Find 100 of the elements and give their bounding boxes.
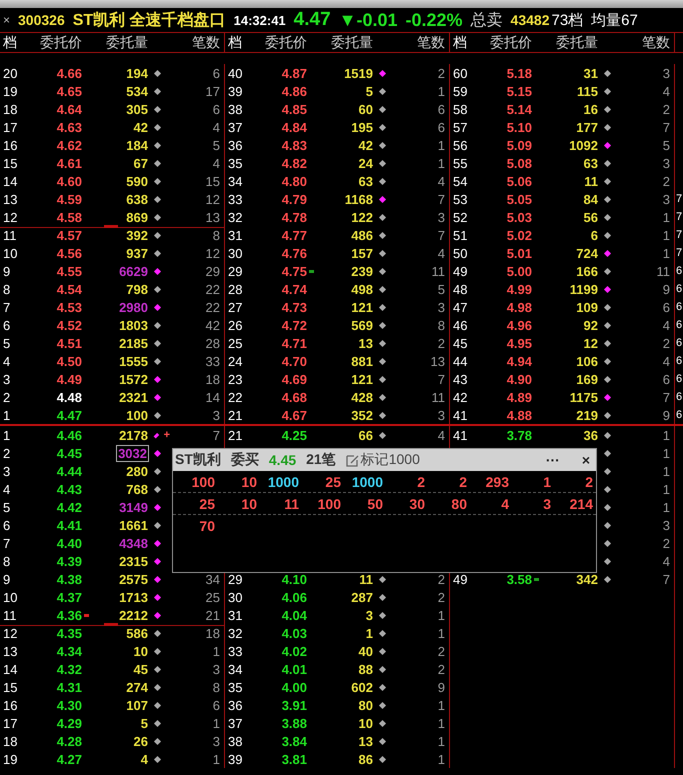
order-quantity[interactable]: 63 [584,156,598,170]
order-quantity[interactable]: 1168 [344,192,373,206]
order-quantity[interactable]: 177 [576,120,598,134]
order-quantity[interactable]: 798 [126,282,148,296]
order-quantity[interactable]: 121 [351,372,373,386]
order-quantity[interactable]: 195 [351,120,373,134]
order-quantity[interactable]: 60 [358,102,373,116]
order-quantity[interactable]: 10 [358,716,373,730]
order-quantity[interactable]: 88 [358,662,373,676]
order-quantity[interactable]: 352 [351,408,373,422]
order-quantity[interactable]: 3032 [117,446,148,460]
order-quantity[interactable]: 1572 [119,372,148,386]
order-quantity[interactable]: 342 [576,572,598,586]
order-quantity[interactable]: 106 [576,354,598,368]
order-quantity[interactable]: 109 [576,300,598,314]
order-quantity[interactable]: 13 [358,734,373,748]
edit-icon[interactable] [346,454,359,466]
order-quantity[interactable]: 107 [126,698,148,712]
order-quantity[interactable]: 42 [358,138,373,152]
order-quantity[interactable]: 10 [134,644,148,658]
order-quantity[interactable]: 724 [576,246,598,260]
order-quantity[interactable]: 115 [577,84,598,98]
close-button[interactable]: × [576,452,596,468]
order-quantity[interactable]: 121 [351,300,373,314]
order-quantity[interactable]: 80 [358,698,373,712]
order-quantity[interactable]: 56 [584,210,598,224]
order-quantity[interactable]: 42 [134,120,148,134]
order-quantity[interactable]: 869 [126,210,148,224]
order-quantity[interactable]: 881 [351,354,373,368]
order-quantity[interactable]: 1 [366,626,373,640]
order-quantity[interactable]: 2185 [119,336,148,350]
order-quantity[interactable]: 5 [366,84,373,98]
order-quantity[interactable]: 768 [126,482,148,496]
order-quantity[interactable]: 590 [126,174,148,188]
order-quantity[interactable]: 937 [126,246,148,260]
order-quantity[interactable]: 1519 [344,66,373,80]
order-quantity[interactable]: 86 [358,752,373,766]
order-quantity[interactable]: 194 [126,66,148,80]
order-quantity[interactable]: 31 [584,66,598,80]
order-quantity[interactable]: 1803 [119,318,148,332]
order-quantity[interactable]: 305 [126,102,148,116]
order-quantity[interactable]: 586 [126,626,148,640]
order-quantity[interactable]: 12 [584,336,598,350]
order-quantity[interactable]: 1175 [570,390,598,404]
order-quantity[interactable]: 157 [351,246,373,260]
order-quantity[interactable]: 6629 [119,264,148,278]
order-quantity[interactable]: 392 [126,228,148,242]
order-quantity[interactable]: 67 [134,156,148,170]
order-quantity[interactable]: 45 [134,662,148,676]
order-quantity[interactable]: 534 [126,84,148,98]
order-quantity[interactable]: 1713 [119,590,148,604]
order-quantity[interactable]: 2980 [119,300,148,314]
order-quantity[interactable]: 638 [126,192,148,206]
order-quantity[interactable]: 498 [351,282,373,296]
order-quantity[interactable]: 274 [126,680,148,694]
order-quantity[interactable]: 100 [126,408,148,422]
order-quantity[interactable]: 122 [351,210,373,224]
order-quantity[interactable]: 4348 [119,536,148,550]
order-quantity[interactable]: 16 [584,102,598,116]
order-quantity[interactable]: 239 [351,264,373,278]
order-quantity[interactable]: 11 [359,572,373,586]
order-quantity[interactable]: 428 [351,390,373,404]
order-quantity[interactable]: 569 [351,318,373,332]
order-quantity[interactable]: 26 [134,734,148,748]
order-quantity[interactable]: 1555 [119,354,148,368]
order-quantity[interactable]: 63 [358,174,373,188]
order-quantity[interactable]: 2321 [119,390,148,404]
order-quantity[interactable]: 602 [351,680,373,694]
order-quantity[interactable]: 287 [351,590,373,604]
mark-label[interactable]: 标记1000 [360,451,420,469]
order-quantity[interactable]: 280 [126,464,148,478]
order-quantity[interactable]: 36 [584,428,598,442]
order-quantity[interactable]: 40 [358,644,373,658]
level-number: 18 [2,734,18,748]
order-quantity[interactable]: 2212 [119,608,148,622]
order-quantity[interactable]: 84 [584,192,598,206]
order-quantity[interactable]: 1092 [569,138,598,152]
order-quantity[interactable]: 184 [126,138,148,152]
order-quantity[interactable]: 13 [358,336,373,350]
order-quantity[interactable]: 5 [140,716,148,730]
order-quantity[interactable]: 24 [358,156,373,170]
order-quantity[interactable]: 169 [576,372,598,386]
order-quantity[interactable]: 3 [366,608,373,622]
order-quantity[interactable]: 219 [576,408,598,422]
order-quantity[interactable]: 4 [140,752,148,766]
order-quantity[interactable]: 2575 [119,572,148,586]
close-button[interactable]: × [3,13,10,27]
order-quantity[interactable]: 166 [576,264,598,278]
order-quantity[interactable]: 66 [358,428,373,442]
order-quantity[interactable]: 486 [351,228,373,242]
order-quantity[interactable]: 3149 [119,500,148,514]
order-quantity[interactable]: 2178 [119,428,148,442]
order-quantity[interactable]: 1661 [119,518,148,532]
order-quantity: 2 [584,474,593,490]
order-quantity[interactable]: 11 [584,174,598,188]
order-quantity[interactable]: 92 [584,318,598,332]
more-button[interactable]: ··· [540,452,566,468]
order-quantity[interactable]: 2315 [119,554,148,568]
order-quantity[interactable]: 1199 [570,282,598,296]
order-quantity[interactable]: 6 [590,228,598,242]
